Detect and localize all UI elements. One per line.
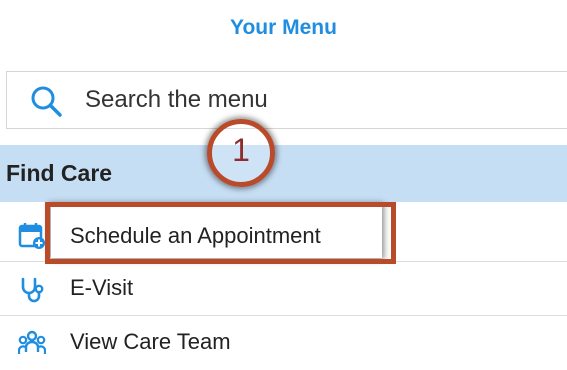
calendar-icon	[18, 223, 45, 249]
menu-title: Your Menu	[230, 16, 337, 39]
search-box[interactable]	[6, 71, 567, 129]
care-team-icon	[18, 330, 46, 354]
menu-item-label: E-Visit	[70, 275, 134, 300]
annotation-callout: 1	[207, 119, 275, 187]
section-label: Find Care	[6, 160, 113, 186]
menu-item-label: View Care Team	[70, 329, 231, 354]
callout-number: 1	[232, 132, 250, 168]
menu-item-view-care-team[interactable]: View Care Team	[0, 318, 567, 370]
search-input[interactable]	[85, 82, 535, 118]
menu-item-e-visit[interactable]: E-Visit	[0, 264, 567, 316]
search-icon	[31, 86, 62, 117]
menu-item-schedule-appointment[interactable]: Schedule an Appointment	[0, 210, 567, 262]
menu-item-label: Schedule an Appointment	[70, 223, 321, 248]
section-header-find-care: Find Care	[0, 145, 567, 202]
stethoscope-icon	[21, 277, 44, 303]
